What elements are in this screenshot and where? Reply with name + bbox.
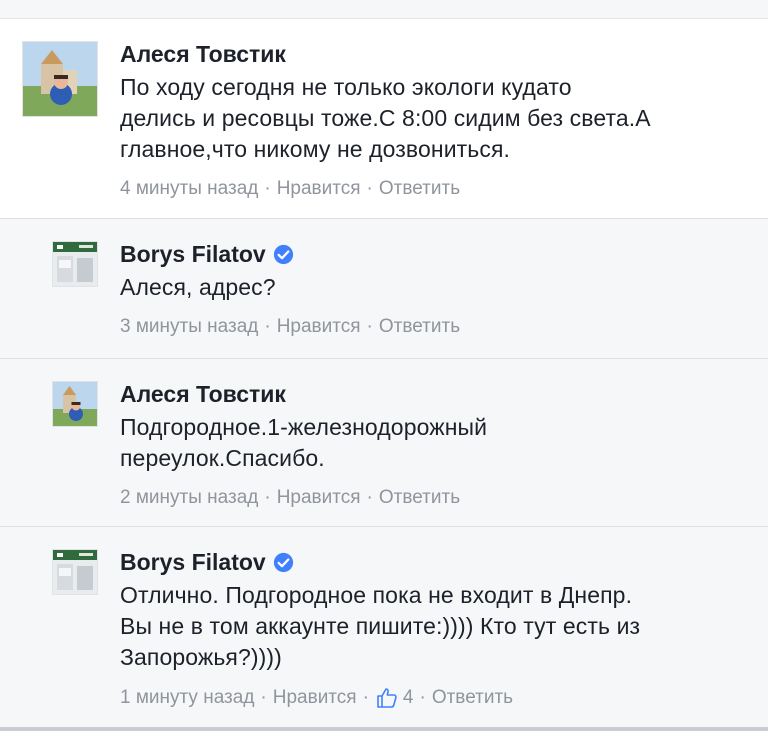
separator: · [366,316,373,337]
comment-text-line: Запорожья?)))) [120,644,282,670]
separator: · [366,487,373,508]
comment-text-line: переулок.Спасибо. [120,445,325,471]
avatar-borys[interactable] [52,549,98,595]
like-link[interactable]: Нравится [277,487,361,509]
comment-3: Алеся Товстик Подгородное.1-железнодорож… [0,359,768,527]
like-link[interactable]: Нравится [277,178,361,200]
timestamp[interactable]: 1 минуту назад [120,687,254,709]
separator: · [362,687,369,708]
comment-body: Алеся Товстик Подгородное.1-железнодорож… [120,379,738,509]
verified-badge-icon [273,552,293,572]
comment-text: Отлично. Подгородное пока не входит в Дн… [120,580,738,673]
comment-meta: 2 минуты назад · Нравится · Ответить [120,487,738,509]
separator: · [419,687,426,708]
top-divider [0,0,768,19]
separator: · [260,687,267,708]
avatar-borys[interactable] [52,241,98,287]
author-name-text[interactable]: Borys Filatov [120,549,266,576]
comment-body: Borys Filatov Отлично. Подгородное пока … [120,547,738,710]
comment-1: Алеся Товстик По ходу сегодня не только … [0,19,768,219]
like-count[interactable]: 4 [403,687,414,709]
comment-text-line: По ходу сегодня не только экологи кудато [120,74,572,100]
like-link[interactable]: Нравится [273,687,357,709]
author-name-text[interactable]: Алеся Товстик [120,381,286,408]
comment-4: Borys Filatov Отлично. Подгородное пока … [0,527,768,727]
comment-text: По ходу сегодня не только экологи кудато… [120,72,738,165]
author-name[interactable]: Borys Filatov [120,239,738,269]
comment-meta: 3 минуты назад · Нравится · Ответить [120,316,738,338]
avatar-alesya[interactable] [22,41,98,117]
comment-text-line: делись и ресовцы тоже.С 8:00 сидим без с… [120,105,651,131]
author-name[interactable]: Алеся Товстик [120,379,738,409]
comment-2: Borys Filatov Алеся, адрес? 3 минуты наз… [0,219,768,359]
reply-link[interactable]: Ответить [432,687,513,709]
thumbs-up-icon[interactable] [375,686,399,710]
timestamp[interactable]: 4 минуты назад [120,178,258,200]
separator: · [366,178,373,199]
separator: · [264,316,271,337]
comment-text-line: Вы не в том аккаунте пишите:)))) Кто тут… [120,613,641,639]
comment-meta: 4 минуты назад · Нравится · Ответить [120,178,738,200]
avatar-alesya[interactable] [52,381,98,427]
comment-text-line: Подгородное.1-железнодорожный [120,414,488,440]
comment-text-line: Отлично. Подгородное пока не входит в Дн… [120,582,633,608]
bottom-divider [0,727,768,731]
author-name[interactable]: Алеся Товстик [120,39,738,69]
comment-body: Алеся Товстик По ходу сегодня не только … [120,39,738,200]
comment-meta: 1 минуту назад · Нравится · 4 · Ответить [120,686,738,710]
verified-badge-icon [273,244,293,264]
author-name-text[interactable]: Алеся Товстик [120,41,286,68]
timestamp[interactable]: 3 минуты назад [120,316,258,338]
comment-text: Подгородное.1-железнодорожный переулок.С… [120,412,738,474]
author-name-text[interactable]: Borys Filatov [120,241,266,268]
author-name[interactable]: Borys Filatov [120,547,738,577]
comment-body: Borys Filatov Алеся, адрес? 3 минуты наз… [120,239,738,338]
reply-link[interactable]: Ответить [379,316,460,338]
reply-link[interactable]: Ответить [379,178,460,200]
separator: · [264,487,271,508]
like-link[interactable]: Нравится [277,316,361,338]
timestamp[interactable]: 2 минуты назад [120,487,258,509]
reply-link[interactable]: Ответить [379,487,460,509]
comment-text-line: Алеся, адрес? [120,274,276,300]
separator: · [264,178,271,199]
comment-text-line: главное,что никому не дозвониться. [120,136,510,162]
comment-text: Алеся, адрес? [120,272,738,303]
